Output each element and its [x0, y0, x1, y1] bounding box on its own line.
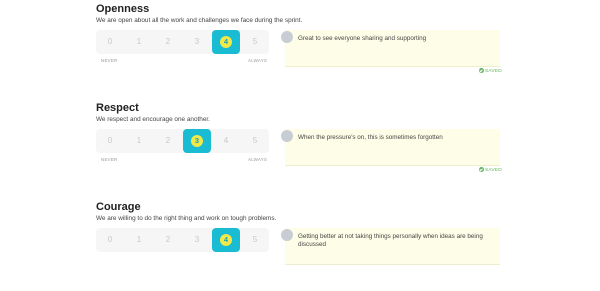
section-title: Respect [96, 102, 139, 114]
rating-option-0[interactable]: 0 [96, 30, 124, 54]
section-courage: Courage We are willing to do the right t… [0, 201, 600, 291]
section-description: We respect and encourage one another. [96, 116, 210, 123]
rating-option-1[interactable]: 1 [125, 30, 153, 54]
saved-status: SAVED [479, 167, 502, 173]
rating-option-0[interactable]: 0 [96, 129, 124, 153]
scale-min-label: NEVER [101, 157, 118, 162]
rating-option-3[interactable]: 3 [183, 30, 211, 54]
comment-text: When the pressure's on, this is sometime… [298, 134, 443, 141]
saved-label: SAVED [485, 68, 502, 74]
selected-rating-value: 4 [220, 234, 232, 246]
check-circle-icon [479, 167, 484, 172]
rating-option-3-selected[interactable]: 3 [183, 129, 211, 153]
section-description: We are willing to do the right thing and… [96, 215, 277, 222]
rating-scale: 0 1 2 3 4 5 [96, 228, 269, 252]
rating-scale: 0 1 2 3 4 5 [96, 129, 269, 153]
rating-option-2[interactable]: 2 [154, 129, 182, 153]
rating-option-4[interactable]: 4 [212, 129, 240, 153]
avatar [281, 130, 293, 142]
avatar [281, 229, 293, 241]
comment-box[interactable]: Great to see everyone sharing and suppor… [285, 30, 500, 67]
rating-option-3[interactable]: 3 [183, 228, 211, 252]
selected-rating-value: 3 [191, 135, 203, 147]
scale-min-label: NEVER [101, 58, 118, 63]
saved-label: SAVED [485, 167, 502, 173]
rating-option-5[interactable]: 5 [241, 129, 269, 153]
rating-option-0[interactable]: 0 [96, 228, 124, 252]
section-openness: Openness We are open about all the work … [0, 3, 600, 93]
section-respect: Respect We respect and encourage one ano… [0, 102, 600, 192]
rating-option-5[interactable]: 5 [241, 228, 269, 252]
rating-option-4-selected[interactable]: 4 [212, 30, 240, 54]
check-circle-icon [479, 68, 484, 73]
comment-box[interactable]: When the pressure's on, this is sometime… [285, 129, 500, 166]
rating-scale: 0 1 2 3 4 5 [96, 30, 269, 54]
rating-option-4-selected[interactable]: 4 [212, 228, 240, 252]
rating-option-2[interactable]: 2 [154, 30, 182, 54]
saved-status: SAVED [479, 68, 502, 74]
selected-rating-value: 4 [220, 36, 232, 48]
comment-text: Great to see everyone sharing and suppor… [298, 35, 427, 42]
scale-max-label: ALWAYS [248, 157, 268, 162]
section-title: Courage [96, 201, 141, 213]
rating-option-2[interactable]: 2 [154, 228, 182, 252]
section-description: We are open about all the work and chall… [96, 17, 303, 24]
rating-option-1[interactable]: 1 [125, 129, 153, 153]
section-title: Openness [96, 3, 150, 15]
avatar [281, 31, 293, 43]
rating-option-5[interactable]: 5 [241, 30, 269, 54]
scale-max-label: ALWAYS [248, 58, 268, 63]
rating-option-1[interactable]: 1 [125, 228, 153, 252]
